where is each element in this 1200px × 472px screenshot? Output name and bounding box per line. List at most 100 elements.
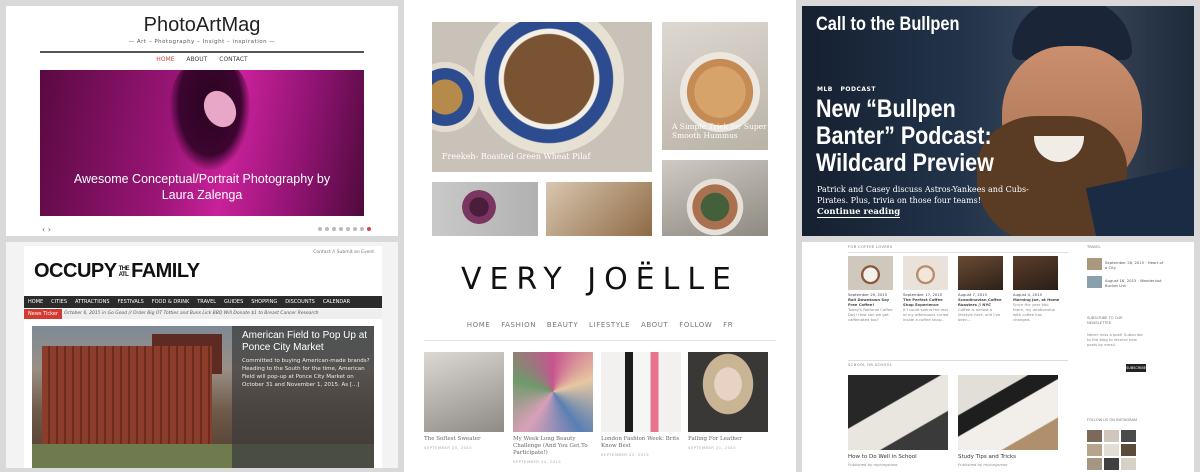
site-header[interactable]: Call to the Bullpen xyxy=(816,14,959,36)
post-title[interactable]: London Fashion Week: Brits Know Best xyxy=(601,436,681,450)
instagram-photo[interactable] xyxy=(1087,444,1102,456)
post-title[interactable]: Roll Downtown Say Free Coffee! xyxy=(848,297,895,307)
featured-caption: Freekeh- Roasted Green Wheat Pilaf xyxy=(442,152,591,161)
continue-reading-link[interactable]: Continue reading xyxy=(817,207,901,218)
post-image-leather[interactable] xyxy=(688,352,768,432)
instagram-photo[interactable] xyxy=(1121,430,1136,442)
nav-about[interactable]: ABOUT xyxy=(186,56,207,63)
hero-caption[interactable]: Awesome Conceptual/Portrait Photography … xyxy=(40,171,364,203)
featured-post-pilaf[interactable]: Freekeh- Roasted Green Wheat Pilaf xyxy=(432,22,652,172)
nav-shopping[interactable]: SHOPPING xyxy=(251,299,277,305)
nav-lifestyle[interactable]: LIFESTYLE xyxy=(589,321,630,329)
sidebar-item[interactable]: September 28, 2015 · Heart of a City xyxy=(1105,260,1165,270)
post-date: SEPTEMBER 23, 2015 xyxy=(601,452,650,457)
hummus-caption: A Simple Trick for Super Smooth Hummus xyxy=(672,122,767,140)
site-logo[interactable]: OCCUPY THE ATL FAMILY xyxy=(34,260,200,283)
nav-discounts[interactable]: DISCOUNTS xyxy=(285,299,315,305)
nav-cities[interactable]: CITIES xyxy=(51,299,67,305)
nav-contact[interactable]: CONTACT xyxy=(219,56,247,63)
instagram-photo[interactable] xyxy=(1121,444,1136,456)
instagram-photo[interactable] xyxy=(1104,458,1119,470)
featured-headline[interactable]: American Field to Pop Up at Ponce City M… xyxy=(242,330,374,354)
sidebar-heading-travel: TRAVEL xyxy=(1087,245,1101,249)
post-excerpt: Since the year two there, my relationshi… xyxy=(1013,302,1055,322)
very-joelle-panel: VERY JOËLLE HOME FASHION BEAUTY LIFESTYL… xyxy=(404,242,796,472)
sidebar-thumb[interactable] xyxy=(1087,258,1102,270)
post-image-sweater[interactable] xyxy=(424,352,504,432)
post-title[interactable]: Scandinavian Coffee Roasters // NYC xyxy=(958,297,1005,307)
nav-about[interactable]: ABOUT xyxy=(641,321,668,329)
nav-home[interactable]: HOME xyxy=(28,299,43,305)
post-card[interactable]: Falling For Leather SEPTEMBER 21, 2015 xyxy=(688,352,768,450)
slider-dot[interactable] xyxy=(332,227,336,231)
logo-mid: THE ATL xyxy=(119,266,130,278)
nav-fr[interactable]: FR xyxy=(723,321,733,329)
post-thumb-salad[interactable] xyxy=(662,160,768,236)
post-title[interactable]: New “Bullpen Banter” Podcast: Wildcard P… xyxy=(816,96,1014,177)
tag-podcast[interactable]: PODCAST xyxy=(840,86,875,93)
slider-arrows[interactable]: ‹ › xyxy=(42,225,51,234)
nav-attractions[interactable]: ATTRACTIONS xyxy=(75,299,110,305)
post-thumb-bread[interactable] xyxy=(546,182,652,236)
post-title[interactable]: The Softest Sweater xyxy=(424,436,504,443)
nav-festivals[interactable]: FESTIVALS xyxy=(118,299,144,305)
post-thumb-flower[interactable] xyxy=(432,182,538,236)
slider-dot[interactable] xyxy=(325,227,329,231)
nav-calendar[interactable]: CALENDAR xyxy=(323,299,350,305)
slider-dot[interactable] xyxy=(346,227,350,231)
post-thumb[interactable] xyxy=(903,256,948,290)
post-image-beauty[interactable] xyxy=(513,352,593,432)
tag-mlb[interactable]: MLB xyxy=(817,86,833,93)
nav-follow[interactable]: FOLLOW xyxy=(679,321,712,329)
post-thumb[interactable] xyxy=(958,256,1003,290)
nav-beauty[interactable]: BEAUTY xyxy=(547,321,578,329)
post-hummus[interactable]: A Simple Trick for Super Smooth Hummus xyxy=(662,22,768,150)
subscribe-text: Never miss a post! Subscribe to the blog… xyxy=(1087,332,1143,347)
big-post-image[interactable] xyxy=(848,375,948,450)
post-card[interactable]: My Week Long Beauty Challenge (And You G… xyxy=(513,352,593,464)
big-post-title[interactable]: Study Tips and Tricks xyxy=(958,454,1016,460)
slider-dot-active[interactable] xyxy=(367,227,371,231)
big-post-image[interactable] xyxy=(958,375,1058,450)
featured-excerpt: Committed to buying American-made brands… xyxy=(242,358,370,388)
instagram-photo[interactable] xyxy=(1087,458,1102,470)
slider-dot[interactable] xyxy=(339,227,343,231)
hero-slide[interactable]: Awesome Conceptual/Portrait Photography … xyxy=(40,70,364,216)
sidebar-thumb[interactable] xyxy=(1087,276,1102,288)
post-title[interactable]: My Week Long Beauty Challenge (And You G… xyxy=(513,436,593,457)
site-title[interactable]: PhotoArtMag xyxy=(6,14,398,37)
slider-dot[interactable] xyxy=(353,227,357,231)
slider-dot[interactable] xyxy=(360,227,364,231)
section-heading-coffee: FOR COFFEE LOVERS xyxy=(848,245,893,249)
post-image-london[interactable] xyxy=(601,352,681,432)
nav-travel[interactable]: TRAVEL xyxy=(197,299,216,305)
nav-guides[interactable]: GUIDES xyxy=(224,299,243,305)
instagram-photo[interactable] xyxy=(1121,458,1136,470)
post-title[interactable]: The Perfect Coffee Shop Experience xyxy=(903,297,950,307)
divider xyxy=(40,51,364,53)
big-post-title[interactable]: How to Do Well in School xyxy=(848,454,917,460)
utility-links[interactable]: Contact // Submit an Event xyxy=(313,250,374,255)
news-ticker: News Ticker October 6, 2015 in Go Good /… xyxy=(24,309,382,319)
post-thumb[interactable] xyxy=(1013,256,1058,290)
instagram-photo[interactable] xyxy=(1104,444,1119,456)
post-card[interactable]: The Softest Sweater SEPTEMBER 25, 2015 xyxy=(424,352,504,450)
post-excerpt: Coffee is almost a lifestyle here, and I… xyxy=(958,307,1001,322)
post-title[interactable]: Falling For Leather xyxy=(688,436,768,443)
nav-home[interactable]: HOME xyxy=(156,56,174,63)
slider-dot[interactable] xyxy=(318,227,322,231)
subscribe-button[interactable]: SUBSCRIBE xyxy=(1126,364,1146,372)
slider-dots[interactable] xyxy=(318,227,371,231)
news-ticker-text[interactable]: October 6, 2015 in Go Good // Order Big … xyxy=(64,309,319,319)
post-date: SEPTEMBER 24, 2015 xyxy=(513,459,562,464)
sidebar-item[interactable]: August 18, 2015 · Wanderlust Bucket List xyxy=(1105,278,1165,288)
divider xyxy=(424,340,776,341)
site-logo[interactable]: VERY JOËLLE xyxy=(404,262,796,297)
nav-home[interactable]: HOME xyxy=(467,321,491,329)
post-card[interactable]: London Fashion Week: Brits Know Best SEP… xyxy=(601,352,681,457)
post-thumb[interactable] xyxy=(848,256,893,290)
instagram-photo[interactable] xyxy=(1087,430,1102,442)
instagram-photo[interactable] xyxy=(1104,430,1119,442)
nav-fashion[interactable]: FASHION xyxy=(501,321,536,329)
nav-food-drink[interactable]: FOOD & DRINK xyxy=(152,299,190,305)
